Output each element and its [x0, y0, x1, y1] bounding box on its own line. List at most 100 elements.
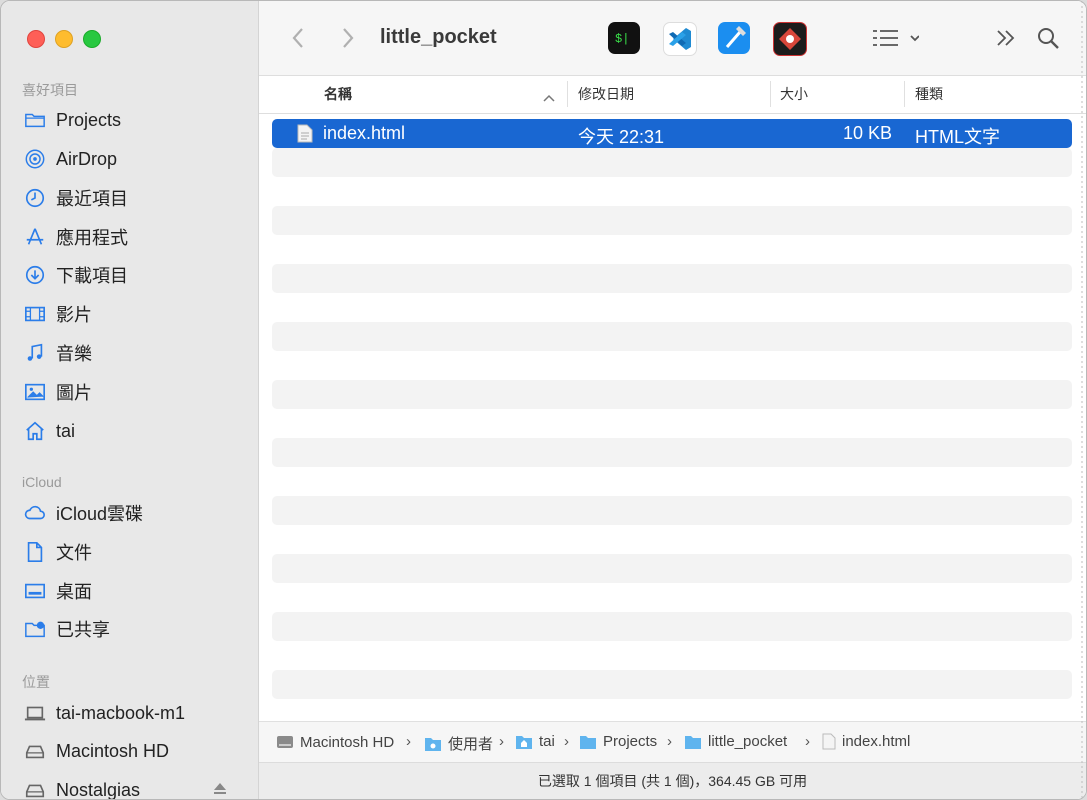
- vscode-icon[interactable]: [663, 22, 697, 56]
- folder-icon: [580, 735, 596, 749]
- more-toolbar-icon[interactable]: [995, 28, 1017, 53]
- sidebar-item-movies[interactable]: 影片: [23, 299, 92, 329]
- file-date: 今天 22:31: [578, 127, 665, 147]
- path-item-label: 使用者: [448, 736, 494, 753]
- sidebar-item-applications[interactable]: 應用程式: [23, 222, 128, 252]
- download-icon: [23, 263, 47, 287]
- empty-row: [272, 438, 1072, 467]
- sidebar-item-label: 已共享: [56, 620, 110, 640]
- window-title: little_pocket: [380, 26, 497, 48]
- terminal-icon[interactable]: $|: [608, 22, 640, 54]
- disk-icon: [23, 778, 47, 799]
- path-item-label: Projects: [603, 733, 658, 750]
- path-separator-icon: ›: [667, 733, 672, 750]
- close-window-button[interactable]: [27, 30, 45, 48]
- sidebar-item-pictures[interactable]: 圖片: [23, 377, 92, 407]
- file-size: 10 KB: [843, 123, 893, 143]
- sidebar-item-desktop[interactable]: 桌面: [23, 576, 92, 606]
- shared-folder-icon: [23, 617, 47, 641]
- applications-icon: [23, 225, 47, 249]
- column-divider[interactable]: [770, 81, 771, 107]
- zoom-window-button[interactable]: [83, 30, 101, 48]
- main-content: little_pocket $| 名稱 修改日期 大小 種類 index.htm…: [259, 1, 1086, 799]
- sidebar-item-airdrop[interactable]: AirDrop: [23, 144, 117, 174]
- folder-icon: [23, 108, 47, 132]
- sidebar-item-label: Nostalgias: [56, 779, 141, 800]
- sidebar-item-nostalgias[interactable]: Nostalgias: [23, 775, 141, 800]
- sidebar-item-shared[interactable]: 已共享: [23, 614, 110, 644]
- sidebar-item-projects[interactable]: Projects: [23, 105, 121, 135]
- icloud-section-title: iCloud: [22, 474, 62, 490]
- path-item-projects[interactable]: Projects: [579, 733, 657, 750]
- disk-icon: [23, 739, 47, 763]
- sidebar-item-downloads[interactable]: 下載項目: [23, 260, 128, 290]
- film-icon: [23, 302, 47, 326]
- status-bar: 已選取 1 個項目 (共 1 個)，364.45 GB 可用: [259, 762, 1086, 799]
- favorites-section-title: 喜好項目: [22, 82, 78, 98]
- empty-row: [272, 264, 1072, 293]
- list-view-icon[interactable]: [871, 28, 920, 53]
- document-icon: [23, 540, 47, 564]
- file-name: index.html: [323, 123, 406, 143]
- sort-ascending-icon[interactable]: [543, 89, 555, 107]
- desktop-icon: [23, 579, 47, 603]
- home-folder-icon: [516, 735, 532, 749]
- music-icon: [23, 341, 47, 365]
- sidebar-item-home[interactable]: tai: [23, 416, 75, 446]
- column-kind[interactable]: 種類: [915, 84, 943, 104]
- path-separator-icon: ›: [499, 733, 504, 750]
- path-item-label: little_pocket: [708, 733, 788, 750]
- path-separator-icon: ›: [805, 733, 810, 750]
- column-name[interactable]: 名稱: [324, 84, 352, 104]
- xcode-icon[interactable]: [718, 22, 750, 54]
- sidebar-item-recents[interactable]: 最近項目: [23, 183, 128, 213]
- disk-icon: [277, 736, 293, 748]
- svg-text:$|: $|: [615, 32, 629, 46]
- path-item-home[interactable]: tai: [515, 733, 555, 750]
- path-item-label: tai: [539, 733, 555, 750]
- empty-row: [272, 612, 1072, 641]
- minimize-window-button[interactable]: [55, 30, 73, 48]
- table-row[interactable]: index.html 今天 22:31 10 KB HTML文字: [272, 119, 1072, 148]
- column-date[interactable]: 修改日期: [578, 84, 634, 104]
- back-button[interactable]: [287, 25, 311, 51]
- toolbar: little_pocket $|: [259, 1, 1086, 75]
- eject-icon[interactable]: [212, 782, 228, 799]
- laptop-icon: [23, 701, 47, 725]
- column-divider[interactable]: [904, 81, 905, 107]
- folder-icon: [685, 735, 701, 749]
- sidebar-item-label: 文件: [56, 543, 92, 563]
- sidebar-item-label: 圖片: [56, 383, 92, 403]
- path-item-users[interactable]: 使用者: [424, 733, 493, 754]
- sidebar-item-label: 音樂: [56, 344, 92, 364]
- empty-row: [272, 148, 1072, 177]
- path-item-macintosh-hd[interactable]: Macintosh HD: [276, 733, 394, 751]
- path-item-index-html[interactable]: index.html: [822, 733, 910, 750]
- sidebar-item-macintosh-hd[interactable]: Macintosh HD: [23, 736, 169, 766]
- path-item-label: index.html: [842, 733, 911, 750]
- sidebar: 喜好項目 Projects AirDrop 最近項目 應用程式 下載項目 影片 …: [1, 1, 259, 800]
- sidebar-item-label: Projects: [56, 109, 122, 130]
- folder-icon: [425, 737, 441, 751]
- sidebar-item-label: iCloud雲碟: [56, 504, 144, 524]
- path-item-label: Macintosh HD: [300, 733, 395, 751]
- search-icon[interactable]: [1036, 26, 1060, 55]
- sidebar-item-macbook[interactable]: tai-macbook-m1: [23, 698, 185, 728]
- html-file-icon: [822, 733, 836, 750]
- app-icon[interactable]: [773, 22, 807, 56]
- path-item-little-pocket[interactable]: little_pocket: [684, 733, 787, 750]
- sidebar-item-documents[interactable]: 文件: [23, 537, 92, 567]
- sidebar-item-label: 最近項目: [56, 189, 128, 209]
- sidebar-item-label: 桌面: [56, 582, 92, 602]
- column-size[interactable]: 大小: [780, 84, 808, 104]
- forward-button[interactable]: [335, 25, 359, 51]
- scrollbar-track[interactable]: [1077, 1, 1087, 800]
- sidebar-item-music[interactable]: 音樂: [23, 338, 92, 368]
- locations-section-title: 位置: [22, 674, 50, 690]
- sidebar-item-label: tai: [56, 420, 76, 441]
- column-divider[interactable]: [567, 81, 568, 107]
- sidebar-item-label: 應用程式: [56, 228, 128, 248]
- home-icon: [23, 419, 47, 443]
- sidebar-item-label: 下載項目: [56, 266, 128, 286]
- sidebar-item-icloud-drive[interactable]: iCloud雲碟: [23, 498, 143, 528]
